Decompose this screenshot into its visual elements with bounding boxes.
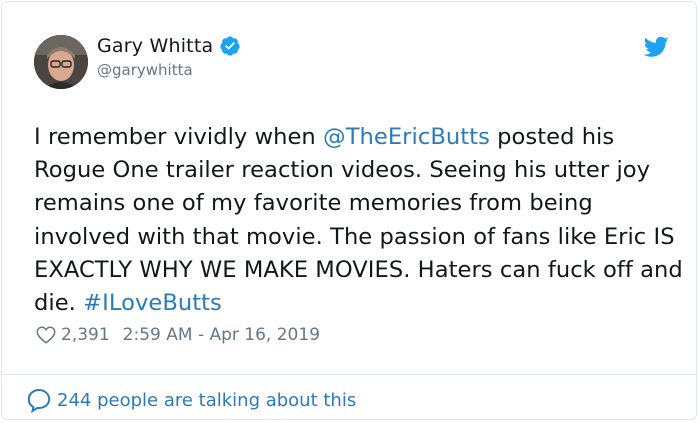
mention-link[interactable]: @TheEricButts bbox=[323, 124, 490, 150]
talking-count-label[interactable]: 244 people are talking about this bbox=[57, 390, 356, 411]
tweet-text-part-2: posted his Rogue One trailer reaction vi… bbox=[34, 124, 683, 317]
tweet-text-part-1: I remember vividly when bbox=[34, 124, 324, 150]
speech-bubble-icon bbox=[27, 388, 51, 413]
tweet-card: Gary Whitta @garywhitta I remember vivid… bbox=[1, 1, 697, 420]
verified-badge-icon bbox=[220, 36, 240, 56]
handle[interactable]: @garywhitta bbox=[97, 61, 193, 79]
avatar[interactable] bbox=[34, 35, 88, 89]
divider bbox=[2, 374, 696, 375]
tweet-meta: 2,391 2:59 AM - Apr 16, 2019 bbox=[35, 324, 320, 346]
author-name-row: Gary Whitta bbox=[97, 35, 241, 57]
hashtag-link[interactable]: #ILoveButts bbox=[83, 290, 222, 316]
timestamp[interactable]: 2:59 AM - Apr 16, 2019 bbox=[123, 325, 320, 345]
conversation-link[interactable]: 244 people are talking about this bbox=[26, 387, 356, 413]
tweet-text: I remember vividly when @TheEricButts po… bbox=[34, 121, 684, 320]
heart-icon[interactable] bbox=[35, 324, 57, 346]
twitter-bird-icon[interactable] bbox=[644, 36, 669, 58]
like-count[interactable]: 2,391 bbox=[61, 325, 110, 345]
display-name[interactable]: Gary Whitta bbox=[97, 35, 213, 57]
